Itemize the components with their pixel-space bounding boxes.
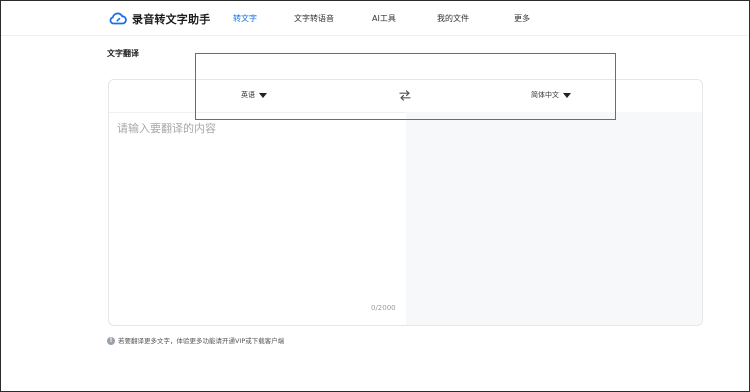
nav-item-my-files[interactable]: 我的文件 [437, 13, 469, 24]
character-count: 0/2000 [371, 304, 396, 312]
notice-text: 若要翻译更多文字，体验更多功能请开通VIP或下载客户端 [118, 337, 285, 345]
source-text-input[interactable] [117, 120, 399, 300]
page-title: 文字翻译 [107, 49, 139, 58]
caret-down-icon [563, 92, 571, 98]
target-language-select[interactable]: 简体中文 [531, 90, 571, 100]
translation-result-pane [406, 112, 702, 325]
translation-panel: 英语 简体中文 0/2000 [108, 79, 703, 326]
swap-arrows-icon[interactable] [399, 90, 411, 101]
target-language-label: 简体中文 [531, 91, 559, 99]
nav-item-text-to-speech[interactable]: 文字转语音 [294, 13, 334, 24]
nav-item-more[interactable]: 更多 [514, 13, 530, 24]
language-bar: 英语 简体中文 [109, 80, 702, 113]
source-language-select[interactable]: 英语 [241, 90, 267, 100]
caret-down-icon [259, 92, 267, 98]
top-header: 录音转文字助手 转文字 文字转语音 AI工具 我的文件 更多 [1, 1, 749, 36]
nav-item-speech-to-text[interactable]: 转文字 [233, 13, 257, 24]
info-icon: ! [107, 337, 115, 345]
cloud-logo-icon[interactable] [109, 11, 127, 25]
brand-name[interactable]: 录音转文字助手 [132, 11, 210, 27]
nav-item-ai-tools[interactable]: AI工具 [372, 13, 396, 24]
source-language-label: 英语 [241, 91, 255, 99]
